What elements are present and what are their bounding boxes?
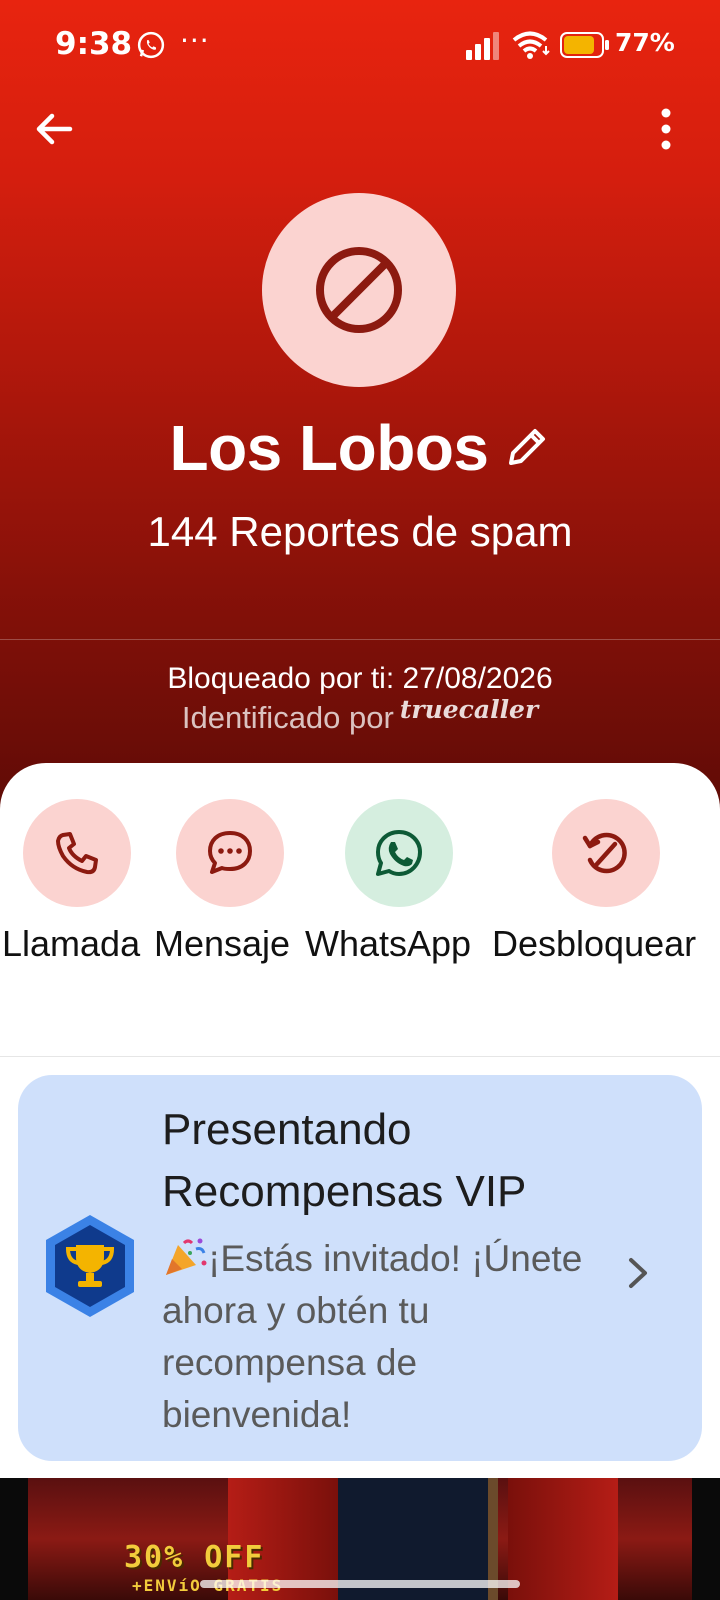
whatsapp-label: WhatsApp [305, 923, 472, 964]
identified-by-row: Identificado por truecaller [0, 695, 720, 736]
unblock-label: Desbloquear [492, 923, 697, 964]
identified-by-label: Identificado por [181, 700, 394, 735]
call-label: Llamada [2, 923, 141, 964]
back-arrow-icon[interactable] [30, 105, 78, 153]
ad-curtain-graphic [508, 1478, 618, 1600]
whatsapp-notification-icon [137, 31, 165, 59]
contact-header: 9:38 ··· 77% Los Lobos 144 Reportes de s… [0, 0, 720, 820]
more-notifications: ··· [180, 24, 210, 57]
truecaller-logo: truecaller [399, 695, 539, 724]
battery-percentage: 77% [615, 28, 675, 57]
status-time: 9:38 [55, 26, 133, 62]
header-divider [0, 639, 720, 640]
edit-pencil-icon[interactable] [503, 423, 551, 471]
section-divider [0, 1056, 720, 1057]
vip-description: ¡Estás invitado! ¡Únete ahora y obtén tu… [162, 1238, 583, 1435]
trophy-badge-icon [46, 1215, 134, 1317]
more-vertical-icon[interactable] [646, 105, 686, 153]
home-indicator[interactable] [200, 1580, 520, 1588]
unblock-icon [582, 832, 627, 874]
wifi-icon [512, 31, 550, 59]
signal-icon [466, 32, 499, 60]
phone-icon [56, 832, 98, 875]
block-icon [316, 247, 402, 333]
status-bar: 9:38 ··· 77% [0, 22, 720, 68]
message-label: Mensaje [154, 923, 291, 964]
unblock-button[interactable] [552, 799, 660, 907]
party-popper-icon [166, 1238, 207, 1275]
whatsapp-icon [376, 830, 422, 876]
ad-headline: 30% OFF [124, 1540, 265, 1575]
chevron-right-icon[interactable] [618, 1253, 658, 1293]
vip-rewards-card[interactable]: Presentando Recompensas VIP ¡Estás invit… [18, 1075, 702, 1461]
message-icon [208, 831, 252, 874]
vip-description-block: ¡Estás invitado! ¡Únete ahora y obtén tu… [162, 1233, 612, 1441]
message-button[interactable] [176, 799, 284, 907]
whatsapp-button[interactable] [345, 799, 453, 907]
call-button[interactable] [23, 799, 131, 907]
battery-icon [560, 32, 609, 58]
contact-name-row: Los Lobos [0, 408, 720, 488]
blocked-date: Bloqueado por ti: 27/08/2026 [167, 662, 553, 695]
spam-report-count: 144 Reportes de spam [147, 508, 573, 555]
blocked-avatar [262, 193, 456, 387]
vip-title: Presentando Recompensas VIP [162, 1105, 527, 1216]
contact-name: Los Lobos [169, 412, 489, 484]
